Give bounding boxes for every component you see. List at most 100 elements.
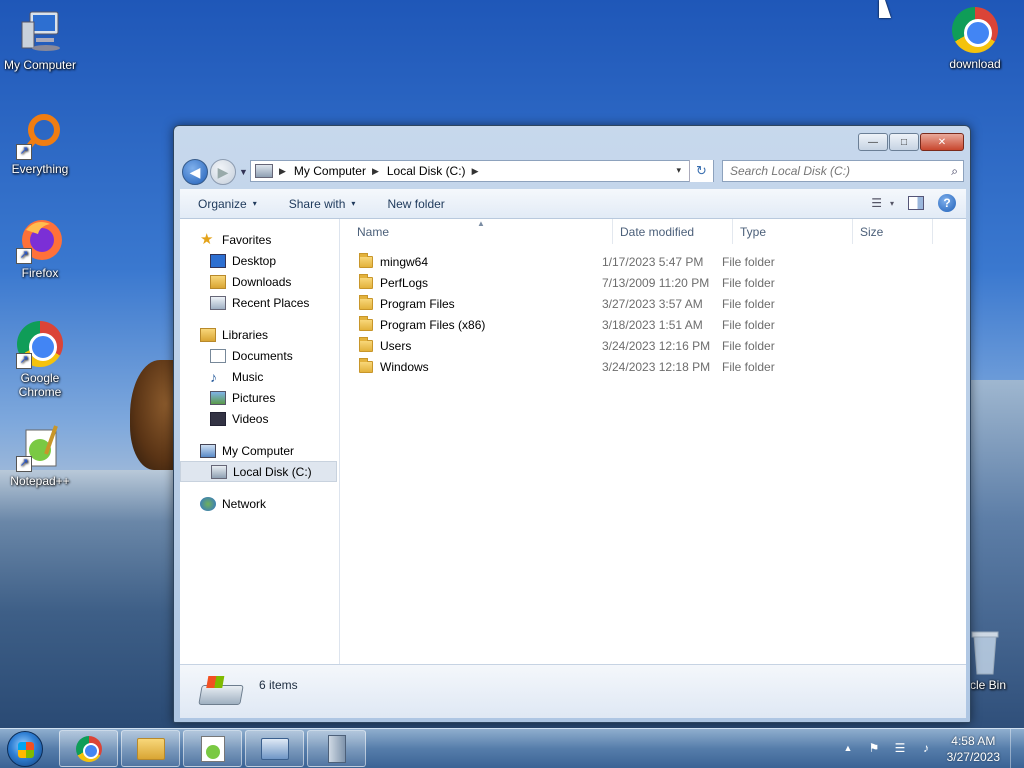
breadcrumb-separator-icon[interactable]: ▶	[372, 166, 379, 177]
nav-downloads[interactable]: Downloads	[180, 271, 339, 292]
folder-icon	[359, 336, 373, 352]
explorer-icon	[136, 737, 165, 760]
taskbar-remote-desktop[interactable]	[245, 730, 304, 767]
explorer-window[interactable]: — □ ✕ ◀ ▶ ▼ ▶ My Computer ▶ Local Disk (…	[173, 125, 971, 723]
nav-local-disk-label: Local Disk (C:)	[233, 464, 312, 479]
videos-icon	[210, 411, 226, 426]
breadcrumb-my-computer[interactable]: My Computer	[294, 164, 366, 178]
action-center-flag-icon[interactable]: ⚑	[866, 741, 882, 755]
folder-icon	[359, 273, 373, 289]
minimize-button[interactable]: —	[858, 133, 888, 151]
column-header-size[interactable]: Size	[853, 219, 933, 244]
help-button[interactable]: ?	[938, 194, 956, 212]
nav-my-computer[interactable]: My Computer	[180, 440, 339, 461]
taskbar-server[interactable]	[307, 730, 366, 767]
desktop-icon-google-chrome[interactable]: ↗ Google Chrome	[0, 320, 80, 399]
breadcrumb-separator-icon[interactable]: ▶	[472, 166, 479, 177]
taskbar: ▲ ⚑ ☰ ♪ 4:58 AM 3/27/2023	[0, 728, 1024, 768]
nav-local-disk[interactable]: Local Disk (C:)	[180, 461, 337, 482]
file-type: File folder	[722, 359, 775, 374]
nav-pictures[interactable]: Pictures	[180, 387, 339, 408]
maximize-button[interactable]: □	[889, 133, 919, 151]
taskbar-notepadpp[interactable]	[183, 730, 242, 767]
file-type: File folder	[722, 317, 775, 332]
star-icon: ★	[200, 230, 214, 248]
shortcut-arrow-icon: ↗	[16, 456, 32, 472]
show-desktop-button[interactable]	[1010, 729, 1024, 768]
breadcrumb-local-disk[interactable]: Local Disk (C:)	[387, 164, 466, 178]
drive-icon	[255, 164, 273, 178]
file-name: PerfLogs	[380, 275, 429, 290]
search-input[interactable]: Search Local Disk (C:) ⌕	[722, 160, 964, 182]
table-row[interactable]: Users 3/24/2023 12:16 PM File folder	[341, 335, 966, 356]
nav-libraries[interactable]: Libraries	[180, 324, 339, 345]
nav-favorites[interactable]: ★ Favorites	[180, 229, 339, 250]
address-bar[interactable]: ▶ My Computer ▶ Local Disk (C:) ▶ ▾ ↻	[250, 160, 714, 182]
recent-places-icon	[210, 295, 226, 310]
forward-button[interactable]: ▶	[210, 159, 236, 185]
sort-ascending-icon: ▲	[477, 219, 485, 228]
share-with-button[interactable]: Share with ▾	[271, 197, 370, 211]
close-button[interactable]: ✕	[920, 133, 964, 151]
shortcut-arrow-icon: ↗	[16, 353, 32, 369]
folder-icon	[359, 294, 373, 310]
table-row[interactable]: PerfLogs 7/13/2009 11:20 PM File folder	[341, 272, 966, 293]
desktop-icon-firefox[interactable]: ↗ Firefox	[0, 216, 80, 280]
file-date: 3/27/2023 3:57 AM	[602, 296, 703, 311]
taskbar-explorer[interactable]	[121, 730, 180, 767]
volume-muted-icon[interactable]: ♪	[918, 741, 934, 755]
nav-recent-places[interactable]: Recent Places	[180, 292, 339, 313]
nav-desktop[interactable]: Desktop	[180, 250, 339, 271]
clock[interactable]: 4:58 AM 3/27/2023	[947, 733, 1000, 765]
clock-date: 3/27/2023	[946, 750, 1000, 764]
organize-label: Organize	[198, 196, 247, 211]
chrome-icon	[75, 735, 102, 762]
refresh-icon: ↻	[696, 163, 707, 178]
column-header-type[interactable]: Type	[733, 219, 853, 244]
network-status-icon[interactable]: ☰	[892, 741, 908, 755]
preview-pane-button[interactable]	[908, 196, 924, 210]
navigation-bar: ◀ ▶ ▼ ▶ My Computer ▶ Local Disk (C:) ▶ …	[182, 159, 964, 185]
file-name: Users	[380, 338, 412, 353]
file-date: 1/17/2023 5:47 PM	[602, 254, 704, 269]
file-date: 3/24/2023 12:18 PM	[602, 359, 711, 374]
back-button[interactable]: ◀	[182, 159, 208, 185]
mouse-cursor-icon	[879, 0, 891, 18]
table-row[interactable]: mingw64 1/17/2023 5:47 PM File folder	[341, 251, 966, 272]
recent-pages-dropdown[interactable]: ▼	[239, 167, 248, 177]
computer-icon	[16, 8, 64, 56]
taskbar-chrome[interactable]	[59, 730, 118, 767]
table-row[interactable]: Program Files 3/27/2023 3:57 AM File fol…	[341, 293, 966, 314]
window-controls: — □ ✕	[858, 133, 964, 151]
change-view-button[interactable]: ☰ ▾	[871, 196, 894, 210]
breadcrumb-separator-icon[interactable]: ▶	[279, 166, 286, 177]
nav-videos[interactable]: Videos	[180, 408, 339, 429]
desktop-icon-my-computer[interactable]: My Computer	[0, 8, 80, 72]
nav-favorites-label: Favorites	[222, 232, 272, 247]
organize-button[interactable]: Organize ▾	[180, 197, 271, 211]
search-icon[interactable]: ⌕	[951, 164, 958, 179]
view-controls: ☰ ▾ ?	[871, 194, 956, 212]
search-placeholder: Search Local Disk (C:)	[730, 164, 851, 178]
navigation-pane: ★ Favorites Desktop Downloads Recent Pla…	[180, 219, 340, 664]
computer-icon	[200, 443, 216, 458]
show-hidden-icons-button[interactable]: ▲	[840, 741, 856, 755]
nav-network[interactable]: Network	[180, 493, 339, 514]
system-tray: ▲ ⚑ ☰ ♪	[840, 741, 934, 755]
libraries-icon	[200, 327, 216, 342]
arrow-left-icon: ◀	[189, 163, 201, 180]
refresh-button[interactable]: ↻	[689, 160, 713, 182]
nav-documents[interactable]: Documents	[180, 345, 339, 366]
table-row[interactable]: Windows 3/24/2023 12:18 PM File folder	[341, 356, 966, 377]
network-icon	[200, 496, 216, 511]
start-button[interactable]	[7, 731, 43, 767]
address-dropdown-button[interactable]: ▾	[676, 165, 681, 176]
drive-icon	[198, 685, 244, 705]
desktop-icon-notepadpp[interactable]: ↗ Notepad++	[0, 424, 80, 488]
table-row[interactable]: Program Files (x86) 3/18/2023 1:51 AM Fi…	[341, 314, 966, 335]
column-header-date[interactable]: Date modified	[613, 219, 733, 244]
new-folder-button[interactable]: New folder	[369, 197, 458, 211]
nav-music[interactable]: ♪ Music	[180, 366, 339, 387]
desktop-icon-download[interactable]: download	[935, 6, 1015, 71]
desktop-icon-everything[interactable]: ↗ Everything	[0, 112, 80, 176]
